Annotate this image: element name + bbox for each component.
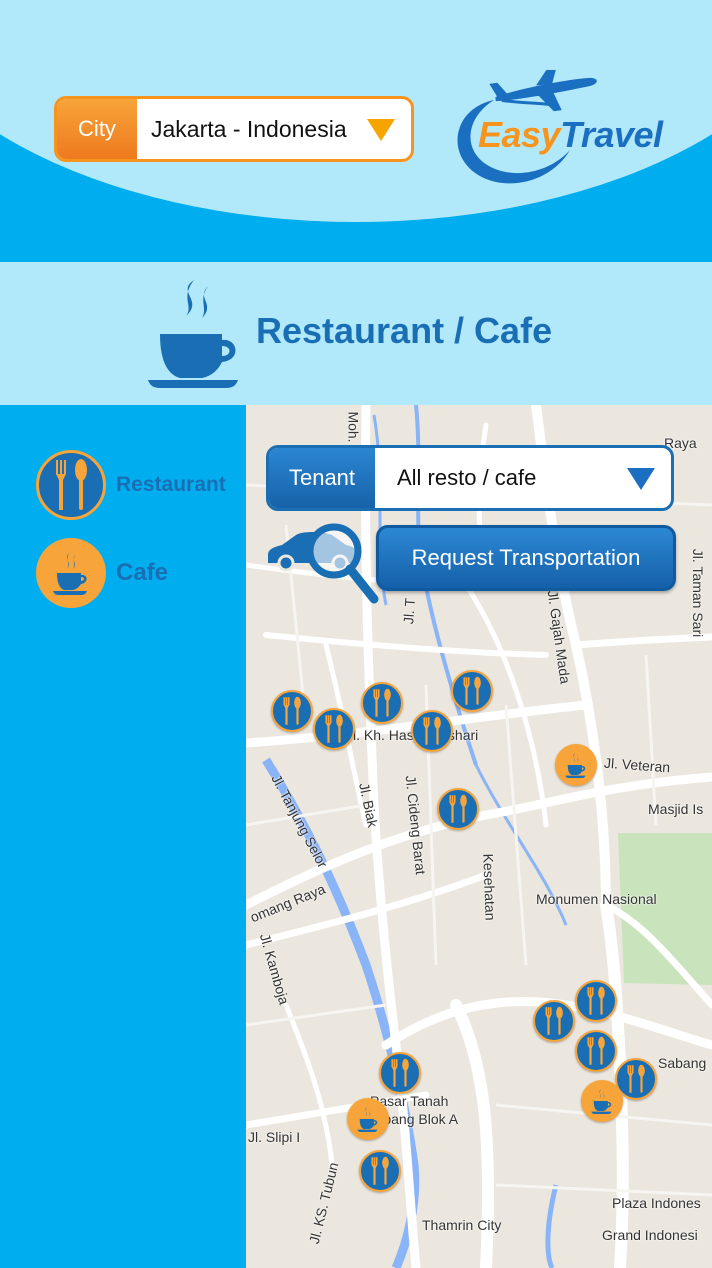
street-label-thamrin-city: Thamrin City	[422, 1217, 502, 1233]
coffee-cup-icon	[53, 553, 87, 595]
restaurant-map-marker[interactable]	[575, 1030, 617, 1072]
filter-restaurant-label: Restaurant	[116, 473, 226, 496]
coffee-cup-icon	[148, 280, 238, 388]
street-label-moh: Moh.	[345, 411, 362, 443]
restaurant-map-marker[interactable]	[379, 1052, 421, 1094]
street-label-slipi: Jl. Slipi I	[248, 1129, 301, 1145]
car-search-icon[interactable]	[262, 517, 384, 607]
cafe-filter-badge	[36, 538, 106, 608]
tenant-dropdown-arrow-icon[interactable]	[627, 468, 655, 490]
easytravel-logo: EasyTravel	[446, 70, 666, 190]
restaurant-map-marker[interactable]	[361, 682, 403, 724]
restaurant-map-marker[interactable]	[411, 710, 453, 752]
header: City Jakarta - Indonesia EasyTravel	[0, 0, 712, 262]
city-select[interactable]: City Jakarta - Indonesia	[54, 96, 414, 162]
restaurant-map-marker[interactable]	[271, 690, 313, 732]
cafe-map-marker[interactable]	[347, 1098, 389, 1140]
fork-knife-icon	[449, 794, 467, 823]
filter-cafe-label: Cafe	[116, 559, 169, 586]
street-label-taman-sari: Jl. Taman Sari	[690, 548, 707, 638]
map-view[interactable]: Raya Moh. Jl. Taman Sari Jl. Gajah Mada …	[246, 405, 712, 1268]
coffee-cup-icon	[591, 1089, 612, 1114]
fork-knife-icon	[371, 1156, 389, 1185]
coffee-cup-icon	[357, 1107, 378, 1132]
fork-knife-icon	[391, 1058, 409, 1087]
fork-knife-icon	[325, 714, 343, 743]
logo-wordmark: EasyTravel	[478, 114, 663, 156]
page-title-band: Restaurant / Cafe	[0, 262, 712, 405]
cafe-map-marker[interactable]	[581, 1080, 623, 1122]
fork-knife-icon	[545, 1006, 563, 1035]
cafe-map-marker[interactable]	[555, 744, 597, 786]
street-label-kesehatan: Kesehatan	[480, 853, 499, 921]
fork-knife-icon	[587, 1036, 605, 1065]
restaurant-map-marker[interactable]	[451, 670, 493, 712]
restaurant-map-marker[interactable]	[437, 788, 479, 830]
street-label-jl-t: Jl. T	[400, 597, 418, 625]
fork-knife-icon	[373, 688, 391, 717]
street-label-grand-indonesia: Grand Indonesi	[602, 1227, 698, 1243]
restaurant-map-marker[interactable]	[533, 1000, 575, 1042]
logo-easy: Easy	[478, 114, 561, 155]
fork-knife-icon	[56, 459, 87, 510]
city-select-label: City	[57, 99, 137, 159]
restaurant-filter-badge	[36, 450, 106, 520]
filter-restaurant[interactable]: Restaurant	[36, 450, 226, 520]
fork-knife-icon	[627, 1064, 645, 1093]
page-title: Restaurant / Cafe	[256, 310, 553, 351]
street-label-plaza-indonesia: Plaza Indones	[612, 1195, 701, 1211]
street-label-sabang: Sabang	[658, 1055, 707, 1071]
fork-knife-icon	[423, 716, 441, 745]
request-transportation-button[interactable]: Request Transportation	[376, 525, 676, 591]
tenant-select[interactable]: Tenant All resto / cafe	[266, 445, 674, 511]
city-dropdown-arrow-icon[interactable]	[367, 119, 395, 141]
street-label-masjid: Masjid Is	[648, 801, 704, 817]
fork-knife-icon	[463, 676, 481, 705]
category-sidebar: Restaurant Cafe	[0, 405, 246, 1268]
restaurant-map-marker[interactable]	[359, 1150, 401, 1192]
logo-travel: Travel	[560, 114, 663, 155]
restaurant-map-marker[interactable]	[575, 980, 617, 1022]
filter-cafe[interactable]: Cafe	[36, 538, 168, 608]
restaurant-map-marker[interactable]	[313, 708, 355, 750]
coffee-cup-icon	[565, 753, 586, 778]
canal	[545, 1184, 559, 1268]
park-area	[618, 833, 712, 985]
fork-knife-icon	[587, 986, 605, 1015]
fork-knife-icon	[283, 696, 301, 725]
tenant-select-label: Tenant	[269, 448, 375, 508]
street-label-monumen-nasional: Monumen Nasional	[536, 891, 657, 907]
